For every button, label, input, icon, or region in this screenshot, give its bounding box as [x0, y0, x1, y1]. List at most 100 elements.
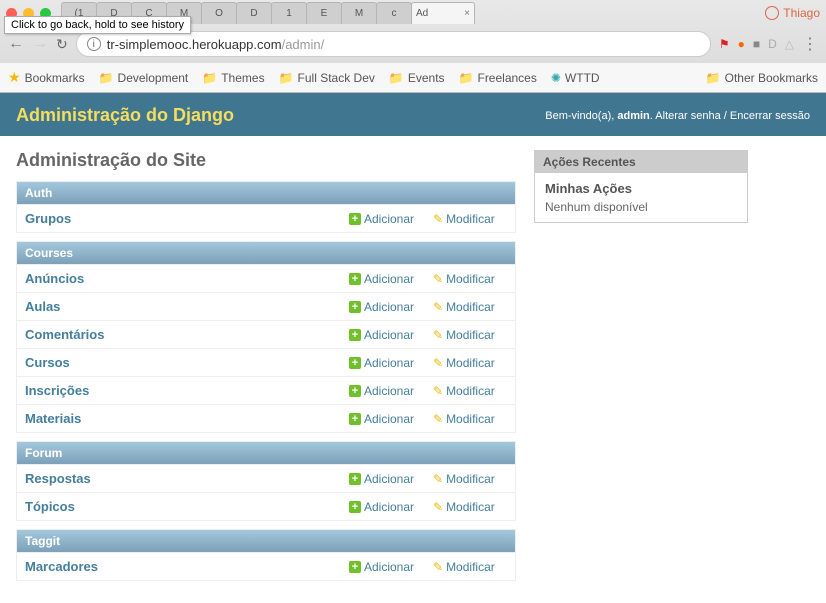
pencil-icon: ✎ — [433, 472, 443, 486]
browser-menu-icon[interactable]: ⋮ — [802, 34, 818, 54]
back-button[interactable]: ← — [8, 35, 24, 53]
folder-icon: 📁 — [202, 71, 217, 85]
folder-icon: 📁 — [99, 71, 114, 85]
pencil-icon: ✎ — [433, 412, 443, 426]
add-link[interactable]: +Adicionar — [349, 560, 423, 574]
browser-tab[interactable]: c — [376, 2, 412, 24]
logout-link[interactable]: Encerrar sessão — [730, 110, 810, 122]
bookmark-folder[interactable]: 📁Themes — [202, 71, 264, 85]
bookmark-folder[interactable]: 📁Freelances — [459, 71, 537, 85]
model-link[interactable]: Anúncios — [25, 271, 339, 286]
site-title: Administração do Django — [16, 105, 234, 126]
back-tooltip: Click to go back, hold to see history — [4, 16, 191, 34]
browser-tab[interactable]: D — [236, 2, 272, 24]
page-heading: Administração do Site — [16, 150, 516, 171]
url-host: tr-simplemooc.herokuapp.com — [107, 37, 282, 52]
model-row: Marcadores +Adicionar ✎Modificar — [17, 552, 515, 580]
other-bookmarks[interactable]: 📁Other Bookmarks — [706, 71, 818, 85]
plus-icon: + — [349, 413, 361, 425]
change-link[interactable]: ✎Modificar — [433, 300, 507, 314]
model-link[interactable]: Materiais — [25, 411, 339, 426]
extension-icon[interactable]: △ — [785, 37, 794, 51]
bookmark-folder[interactable]: 📁Full Stack Dev — [279, 71, 375, 85]
plus-icon: + — [349, 357, 361, 369]
change-link[interactable]: ✎Modificar — [433, 356, 507, 370]
change-link[interactable]: ✎Modificar — [433, 500, 507, 514]
change-link[interactable]: ✎Modificar — [433, 384, 507, 398]
extension-icon[interactable]: D — [768, 37, 777, 51]
app-module: Taggit Marcadores +Adicionar ✎Modificar — [16, 529, 516, 581]
add-link[interactable]: +Adicionar — [349, 212, 423, 226]
model-link[interactable]: Respostas — [25, 471, 339, 486]
app-caption: Taggit — [17, 530, 515, 552]
recent-actions-panel: Ações Recentes Minhas Ações Nenhum dispo… — [534, 150, 748, 223]
add-link[interactable]: +Adicionar — [349, 412, 423, 426]
pencil-icon: ✎ — [433, 212, 443, 226]
pencil-icon: ✎ — [433, 560, 443, 574]
change-link[interactable]: ✎Modificar — [433, 328, 507, 342]
url-path: /admin/ — [282, 37, 325, 52]
app-caption: Auth — [17, 182, 515, 204]
model-link[interactable]: Cursos — [25, 355, 339, 370]
site-info-icon[interactable]: i — [87, 37, 101, 51]
browser-tab-active[interactable]: Ad× — [411, 2, 475, 24]
browser-tab[interactable]: 1 — [271, 2, 307, 24]
add-link[interactable]: +Adicionar — [349, 300, 423, 314]
app-caption: Forum — [17, 442, 515, 464]
extension-icon[interactable]: ⚑ — [719, 37, 730, 51]
folder-icon: 📁 — [459, 71, 474, 85]
user-tools: Bem-vindo(a), admin. Alterar senha / Enc… — [545, 110, 810, 122]
pencil-icon: ✎ — [433, 500, 443, 514]
close-tab-icon[interactable]: × — [464, 8, 470, 19]
change-link[interactable]: ✎Modificar — [433, 472, 507, 486]
extension-icon[interactable]: ■ — [753, 37, 760, 51]
plus-icon: + — [349, 329, 361, 341]
model-link[interactable]: Comentários — [25, 327, 339, 342]
model-row: Cursos +Adicionar ✎Modificar — [17, 348, 515, 376]
reload-button[interactable]: ↻ — [56, 36, 68, 53]
extension-icon[interactable]: ● — [738, 37, 745, 51]
add-link[interactable]: +Adicionar — [349, 328, 423, 342]
bookmark-folder[interactable]: 📁Development — [99, 71, 189, 85]
change-link[interactable]: ✎Modificar — [433, 212, 507, 226]
change-link[interactable]: ✎Modificar — [433, 560, 507, 574]
address-bar[interactable]: i tr-simplemooc.herokuapp.com/admin/ — [76, 31, 711, 57]
model-link[interactable]: Inscrições — [25, 383, 339, 398]
bookmark-wttd[interactable]: ✺WTTD — [551, 71, 600, 85]
change-link[interactable]: ✎Modificar — [433, 272, 507, 286]
browser-tab[interactable]: M — [341, 2, 377, 24]
browser-profile[interactable]: Thiago — [765, 6, 820, 20]
model-row: Comentários +Adicionar ✎Modificar — [17, 320, 515, 348]
recent-actions-empty: Nenhum disponível — [545, 200, 737, 214]
profile-avatar-icon — [765, 6, 779, 20]
browser-tab[interactable]: E — [306, 2, 342, 24]
bookmark-folder[interactable]: 📁Events — [389, 71, 445, 85]
plus-icon: + — [349, 385, 361, 397]
model-row: Tópicos +Adicionar ✎Modificar — [17, 492, 515, 520]
model-link[interactable]: Marcadores — [25, 559, 339, 574]
model-link[interactable]: Grupos — [25, 211, 339, 226]
model-row: Materiais +Adicionar ✎Modificar — [17, 404, 515, 432]
my-actions-heading: Minhas Ações — [545, 181, 737, 196]
add-link[interactable]: +Adicionar — [349, 356, 423, 370]
model-link[interactable]: Aulas — [25, 299, 339, 314]
model-link[interactable]: Tópicos — [25, 499, 339, 514]
plus-icon: + — [349, 273, 361, 285]
model-row: Inscrições +Adicionar ✎Modificar — [17, 376, 515, 404]
add-link[interactable]: +Adicionar — [349, 472, 423, 486]
django-admin-header: Administração do Django Bem-vindo(a), ad… — [0, 93, 826, 136]
change-password-link[interactable]: Alterar senha — [655, 110, 720, 122]
content-area: Administração do Site Auth Grupos +Adicion… — [0, 136, 826, 603]
pencil-icon: ✎ — [433, 272, 443, 286]
change-link[interactable]: ✎Modificar — [433, 412, 507, 426]
add-link[interactable]: +Adicionar — [349, 272, 423, 286]
recent-actions-title: Ações Recentes — [535, 151, 747, 173]
folder-icon: 📁 — [279, 71, 294, 85]
add-link[interactable]: +Adicionar — [349, 500, 423, 514]
app-module: Auth Grupos +Adicionar ✎Modificar — [16, 181, 516, 233]
bookmarks-toggle[interactable]: ★Bookmarks — [8, 69, 85, 86]
model-row: Aulas +Adicionar ✎Modificar — [17, 292, 515, 320]
app-module: ForumRespostas+Adicionar✎ModificarTópico… — [16, 441, 516, 521]
browser-tab[interactable]: O — [201, 2, 237, 24]
add-link[interactable]: +Adicionar — [349, 384, 423, 398]
